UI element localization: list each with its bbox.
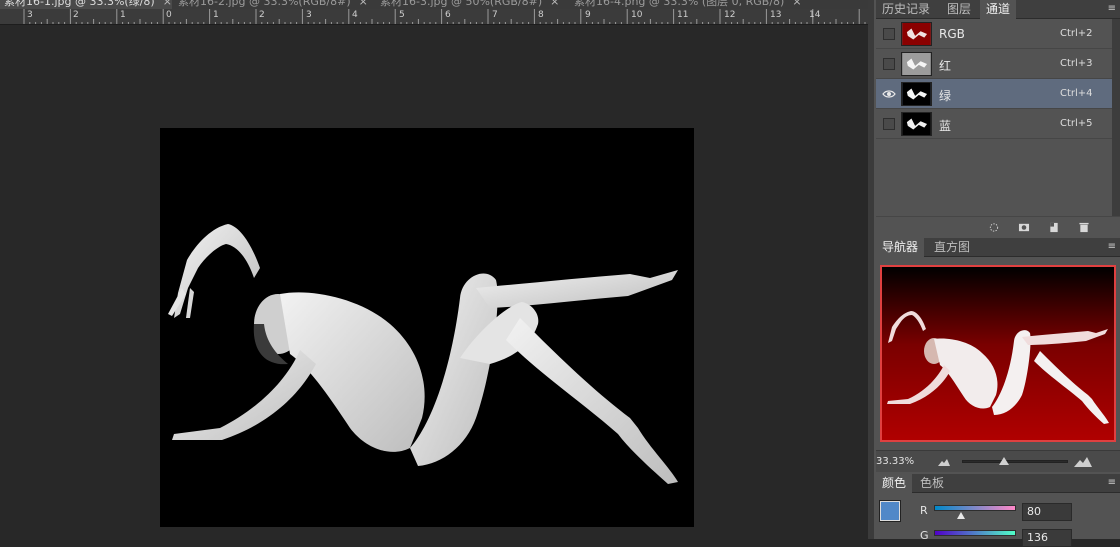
document-tab-label: 素材16-1.jpg @ 33.3%(绿/8)	[4, 0, 155, 8]
ruler-label: 8	[538, 10, 544, 20]
visibility-toggle[interactable]	[883, 58, 895, 70]
panel-menu-icon[interactable]: ≡	[1108, 477, 1116, 488]
channel-shortcut: Ctrl+5	[1060, 118, 1093, 129]
document-tab-bar: 素材16-1.jpg @ 33.3%(绿/8) × 素材16-2.jpg @ 33…	[0, 0, 868, 9]
green-slider-track[interactable]	[934, 530, 1016, 536]
document-tab-16-4[interactable]: 素材16-4.png @ 33.3% (图层 0, RGB/8) ×	[570, 0, 802, 9]
visibility-toggle[interactable]	[883, 28, 895, 40]
dancer-figure	[168, 224, 678, 484]
channels-panel-footer	[876, 216, 1120, 236]
ruler-label: 1	[213, 10, 219, 20]
red-slider-label: R	[920, 504, 928, 517]
ruler-label: 13	[770, 10, 782, 20]
ruler-label: 9	[585, 10, 591, 20]
ruler-label: 0	[166, 10, 172, 20]
ruler-ticks	[23, 9, 866, 24]
channels-panel-tabs: 历史记录 图层 通道 ≡	[876, 0, 1120, 19]
ruler-label: 6	[445, 10, 451, 20]
document-tab-16-1[interactable]: 素材16-1.jpg @ 33.3%(绿/8) ×	[0, 0, 172, 9]
ruler-label: 10	[631, 10, 643, 20]
navigator-panel: 导航器 直方图 ≡ 33.33%	[876, 238, 1120, 472]
channel-name: RGB	[939, 27, 965, 41]
document-image-green-channel[interactable]	[160, 128, 694, 527]
green-value-input[interactable]: 136	[1022, 529, 1072, 547]
color-panel: 颜色 色板 ≡ R 80 G 136	[876, 474, 1120, 547]
document-tab-16-3[interactable]: 素材16-3.jpg @ 50%(RGB/8#) ×	[376, 0, 559, 9]
visibility-toggle[interactable]	[883, 118, 895, 130]
channels-panel: 历史记录 图层 通道 ≡ RGB Ctrl+2 红 Ctrl+3 绿 Ctrl+…	[876, 0, 1120, 236]
ruler-label: 4	[352, 10, 358, 20]
zoom-in-icon[interactable]	[1074, 456, 1092, 467]
ruler-label: 1	[120, 10, 126, 20]
tab-layers[interactable]: 图层	[941, 0, 977, 19]
red-value-input[interactable]: 80	[1022, 503, 1072, 521]
panel-menu-icon[interactable]: ≡	[1108, 3, 1116, 14]
channel-row-green[interactable]: 绿 Ctrl+4	[876, 79, 1120, 109]
zoom-out-icon[interactable]	[938, 458, 950, 466]
tab-histogram[interactable]: 直方图	[928, 238, 976, 257]
close-tab-icon[interactable]: ×	[163, 0, 172, 8]
panel-menu-icon[interactable]: ≡	[1108, 241, 1116, 252]
ruler-label: 11	[677, 10, 689, 20]
color-panel-tabs: 颜色 色板 ≡	[876, 474, 1120, 493]
ruler-label: 3	[306, 10, 312, 20]
ruler-label: 5	[399, 10, 405, 20]
zoom-percentage[interactable]: 33.33%	[876, 456, 914, 467]
channel-name: 绿	[939, 89, 952, 103]
channel-name: 蓝	[939, 119, 952, 133]
ruler-label: 7	[492, 10, 498, 20]
ruler-label: 2	[259, 10, 265, 20]
foreground-color-swatch[interactable]	[879, 500, 901, 522]
tab-color[interactable]: 颜色	[876, 474, 913, 493]
document-tab-16-2[interactable]: 素材16-2.jpg @ 33.3%(RGB/8#) ×	[174, 0, 368, 9]
channel-thumbnail-green	[901, 82, 932, 106]
navigator-preview[interactable]	[880, 265, 1116, 442]
channel-thumbnail-rgb	[901, 22, 932, 46]
zoom-slider-track[interactable]	[962, 460, 1068, 463]
right-panel-column: 历史记录 图层 通道 ≡ RGB Ctrl+2 红 Ctrl+3 绿 Ctrl+…	[868, 0, 1120, 547]
save-selection-icon[interactable]	[1018, 222, 1030, 233]
channels-scrollbar[interactable]	[1112, 19, 1120, 216]
eye-icon[interactable]	[882, 89, 896, 99]
tab-navigator[interactable]: 导航器	[876, 238, 925, 257]
red-slider-handle[interactable]	[957, 512, 965, 519]
ruler-label: 2	[73, 10, 79, 20]
horizontal-ruler[interactable]: 3 2 1 0 1 2 3 4 5 6 7 8 9 10 11 12 13 14	[0, 9, 868, 25]
canvas-workspace[interactable]	[0, 26, 868, 539]
load-selection-icon[interactable]	[988, 222, 1000, 233]
channel-thumbnail-blue	[901, 112, 932, 136]
channel-row-red[interactable]: 红 Ctrl+3	[876, 49, 1120, 79]
ruler-label: 14	[809, 10, 821, 20]
ruler-label: 12	[724, 10, 736, 20]
tab-history[interactable]: 历史记录	[876, 0, 936, 19]
channel-shortcut: Ctrl+3	[1060, 58, 1093, 69]
green-slider-label: G	[920, 529, 929, 542]
channel-thumbnail-red	[901, 52, 932, 76]
document-tab-label: 素材16-3.jpg @ 50%(RGB/8#)	[380, 0, 543, 8]
red-slider-track[interactable]	[934, 505, 1016, 511]
close-tab-icon[interactable]: ×	[550, 0, 559, 8]
channel-row-blue[interactable]: 蓝 Ctrl+5	[876, 109, 1120, 139]
tab-channels[interactable]: 通道	[980, 0, 1017, 19]
channel-row-rgb[interactable]: RGB Ctrl+2	[876, 19, 1120, 49]
zoom-slider-handle[interactable]	[999, 457, 1009, 465]
tab-swatches[interactable]: 色板	[914, 474, 950, 493]
navigator-panel-tabs: 导航器 直方图 ≡	[876, 238, 1120, 257]
ruler-label: 3	[27, 10, 33, 20]
channel-shortcut: Ctrl+4	[1060, 88, 1093, 99]
navigator-thumbnail	[882, 267, 1114, 440]
new-channel-icon[interactable]	[1048, 222, 1060, 233]
trash-icon[interactable]	[1078, 222, 1090, 233]
document-tab-label: 素材16-4.png @ 33.3% (图层 0, RGB/8)	[574, 0, 785, 8]
close-tab-icon[interactable]: ×	[792, 0, 801, 8]
navigator-zoom-bar: 33.33%	[876, 450, 1120, 472]
document-tab-label: 素材16-2.jpg @ 33.3%(RGB/8#)	[178, 0, 351, 8]
channel-name: 红	[939, 59, 952, 73]
panel-dock-scrollbar[interactable]	[868, 0, 874, 539]
channel-shortcut: Ctrl+2	[1060, 28, 1093, 39]
close-tab-icon[interactable]: ×	[359, 0, 368, 8]
